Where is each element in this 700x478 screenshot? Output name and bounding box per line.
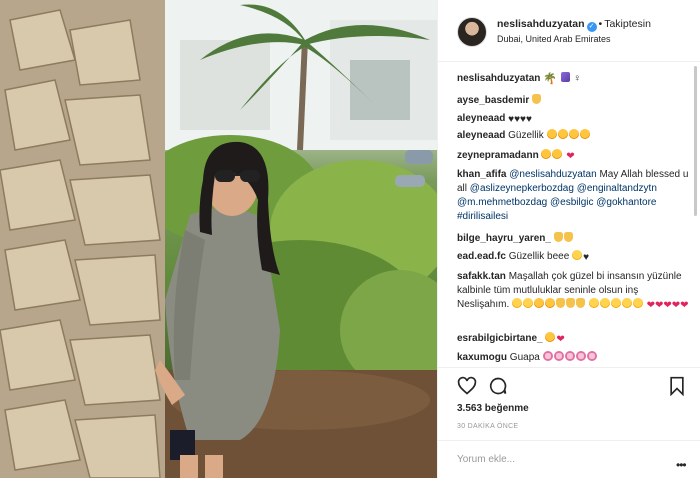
heart-eyes-icon <box>534 298 545 308</box>
heart-eyes-icon <box>557 129 568 139</box>
mention-link[interactable]: @gokhantore <box>596 197 656 208</box>
comment-item: aleyneaad ♥♥♥♥ <box>457 112 689 127</box>
likes-count[interactable]: 3.563 beğenme <box>457 403 529 414</box>
flower-icon <box>586 351 597 361</box>
more-options-icon[interactable]: ••• <box>676 458 687 472</box>
smiling-face-icon <box>512 298 523 308</box>
heart-eyes-icon <box>545 298 556 308</box>
heart-eyes-icon <box>546 129 557 139</box>
comment-item: esrabilgicbirtane_ ❤ <box>457 332 689 347</box>
smiling-face-icon <box>588 298 599 308</box>
female-sign-icon: ♀ <box>573 73 581 84</box>
flower-icon <box>564 351 575 361</box>
red-heart-icon: ❤ <box>566 151 575 162</box>
comment-username[interactable]: ayse_basdemir <box>457 95 529 106</box>
comment-username[interactable]: aleyneaad <box>457 113 505 124</box>
mention-link[interactable]: @esbilgic <box>550 197 594 208</box>
location-link[interactable]: Dubai, United Arab Emirates <box>497 34 611 44</box>
flower-icon <box>553 351 564 361</box>
comment-username[interactable]: neslisahduzyatan <box>457 73 540 84</box>
photo-illustration <box>0 0 437 478</box>
comment-text: Güzellik <box>508 130 544 141</box>
comment-username[interactable]: ead.ead.fc <box>457 251 506 262</box>
mention-link[interactable]: @aslizeynepkerbozdag <box>470 183 574 194</box>
heart-eyes-icon <box>552 149 563 159</box>
heart-eyes-icon <box>568 129 579 139</box>
comment-item: ead.ead.fc Güzellik beee ♥ <box>457 250 689 265</box>
comment-username[interactable]: kaxumogu <box>457 352 507 363</box>
follow-status[interactable]: Takiptesin <box>604 18 651 30</box>
smiling-face-icon <box>572 250 583 260</box>
header-username[interactable]: neslisahduzyatan <box>497 18 585 30</box>
smiling-face-icon <box>632 298 643 308</box>
header-user-line: neslisahduzyatan ✓ • Takiptesin <box>497 18 651 32</box>
comment-item: kaxumogu Guapa <box>457 351 689 365</box>
heart-eyes-icon <box>545 332 556 342</box>
comment-username[interactable]: esrabilgicbirtane_ <box>457 333 543 344</box>
comment-item: safakk.tan Maşallah çok güzel bi insansı… <box>457 270 689 313</box>
add-comment-area: Yorum ekle... ••• <box>438 440 700 478</box>
misc-emoji-icon <box>560 72 570 82</box>
comments-list[interactable]: neslisahduzyatan 🌴 ♀ ayse_basdemir aleyn… <box>438 62 700 367</box>
thumbs-up-icon <box>566 298 576 308</box>
comment-item: neslisahduzyatan 🌴 ♀ <box>457 72 689 86</box>
comment-username[interactable]: safakk.tan <box>457 271 506 282</box>
thumbs-up-icon <box>563 232 573 242</box>
comment-username[interactable]: bilge_hayru_yaren_ <box>457 233 551 244</box>
thumbs-up-icon <box>532 94 542 104</box>
smiling-face-icon <box>599 298 610 308</box>
red-hearts-icon: ❤❤❤❤❤ <box>646 300 689 311</box>
heart-eyes-icon <box>579 129 590 139</box>
smiling-face-icon <box>621 298 632 308</box>
comment-icon[interactable] <box>488 376 508 396</box>
comment-item: ayse_basdemir <box>457 94 689 108</box>
add-comment-input[interactable]: Yorum ekle... <box>457 454 515 465</box>
black-hearts-icon: ♥♥♥♥ <box>508 114 532 125</box>
palm-tree-icon: 🌴 <box>543 73 557 85</box>
post-photo[interactable] <box>0 0 437 478</box>
comment-item: zeynepramadann ❤ <box>457 149 689 164</box>
comment-username[interactable]: zeynepramadann <box>457 150 539 161</box>
heart-outline-icon[interactable] <box>457 376 477 396</box>
comment-username[interactable]: khan_afifa <box>457 169 506 180</box>
flower-icon <box>575 351 586 361</box>
post-timestamp: 30 DAKİKA ÖNCE <box>457 423 519 430</box>
black-heart-icon: ♥ <box>583 252 590 263</box>
thumbs-up-icon <box>553 232 563 242</box>
comment-item: bilge_hayru_yaren_ <box>457 232 689 246</box>
red-heart-icon: ❤ <box>556 334 565 345</box>
instagram-post: neslisahduzyatan ✓ • Takiptesin Dubai, Unit… <box>0 0 700 478</box>
thumbs-up-icon <box>576 298 586 308</box>
mention-link[interactable]: @neslisahduzyatan <box>509 169 596 180</box>
header-separator: • <box>598 18 603 30</box>
smiling-face-icon <box>523 298 534 308</box>
smiling-face-icon <box>610 298 621 308</box>
post-header: neslisahduzyatan ✓ • Takiptesin Dubai, Unit… <box>438 0 700 62</box>
heart-eyes-icon <box>541 149 552 159</box>
post-side-panel: neslisahduzyatan ✓ • Takiptesin Dubai, Unit… <box>437 0 700 478</box>
verified-badge-icon: ✓ <box>586 22 597 32</box>
mention-link[interactable]: @m.mehmetbozdag <box>457 197 547 208</box>
comment-item: khan_afifa @neslisahduzyatan May Allah b… <box>457 168 689 224</box>
mention-link[interactable]: @enginaltandzytn <box>577 183 657 194</box>
comment-item: aleyneaad Güzellik <box>457 129 689 143</box>
comment-username[interactable]: aleyneaad <box>457 130 505 141</box>
bookmark-icon[interactable] <box>667 376 687 396</box>
thumbs-up-icon <box>556 298 566 308</box>
action-bar <box>438 367 700 403</box>
avatar[interactable] <box>457 17 487 47</box>
comment-text: Guapa <box>509 352 540 363</box>
comment-text: Güzellik beee <box>508 251 570 262</box>
comments-scrollbar[interactable] <box>694 66 697 216</box>
hashtag-link[interactable]: #dirilisailesi <box>457 211 508 222</box>
flower-icon <box>542 351 553 361</box>
